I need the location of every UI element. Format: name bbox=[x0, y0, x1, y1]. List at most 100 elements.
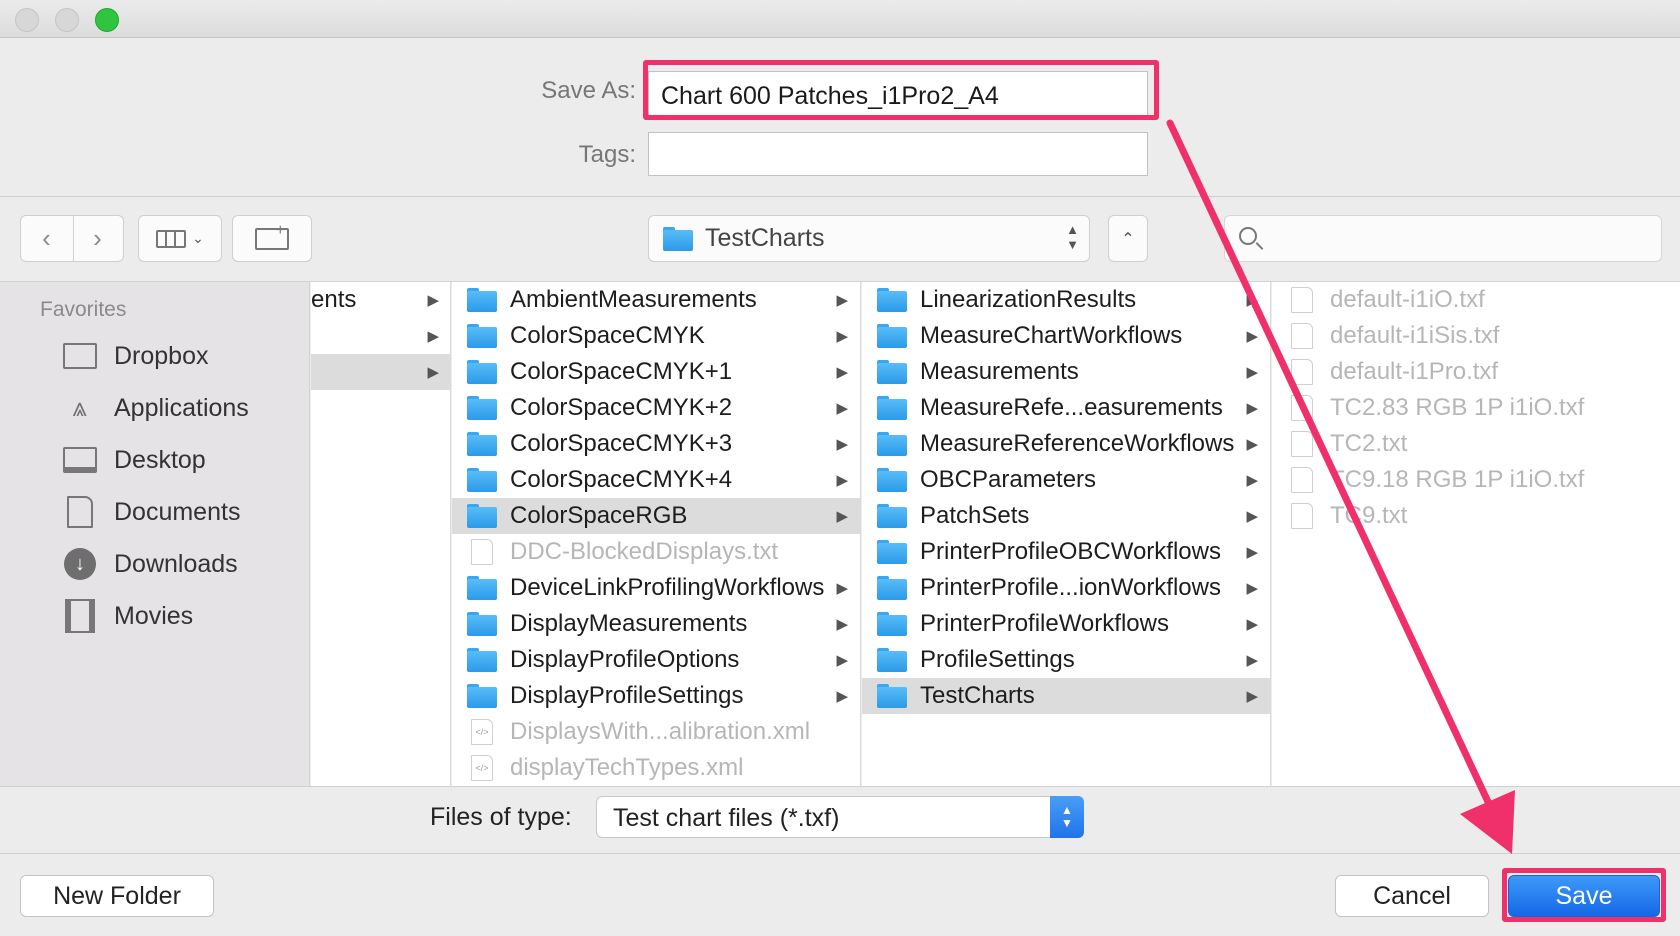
list-item-label: MeasureReferenceWorkflows bbox=[920, 430, 1235, 457]
folder-icon bbox=[877, 540, 907, 564]
sidebar-item-documents[interactable]: Documents bbox=[62, 492, 240, 532]
list-item-label: default-i1Pro.txf bbox=[1330, 358, 1499, 385]
list-item[interactable]: PrinterProfileWorkflows ▶ bbox=[862, 606, 1270, 642]
minimize-window-button[interactable] bbox=[55, 8, 79, 32]
list-item[interactable]: MeasureChartWorkflows ▶ bbox=[862, 318, 1270, 354]
sidebar-item-movies[interactable]: Movies bbox=[62, 596, 193, 636]
list-item[interactable]: default-i1Pro.txf bbox=[1272, 354, 1680, 390]
search-field[interactable] bbox=[1224, 215, 1662, 262]
list-item-label: OBCParameters bbox=[920, 466, 1097, 493]
list-item[interactable]: OBCParameters ▶ bbox=[862, 462, 1270, 498]
list-item-selected[interactable]: TestCharts ▶ bbox=[862, 678, 1270, 714]
tags-field[interactable] bbox=[648, 132, 1148, 176]
list-item[interactable]: DDC-BlockedDisplays.txt bbox=[452, 534, 860, 570]
list-item[interactable]: MeasureReferenceWorkflows ▶ bbox=[862, 426, 1270, 462]
folder-icon bbox=[62, 340, 98, 372]
list-item[interactable]: ColorSpaceCMYK+4 ▶ bbox=[452, 462, 860, 498]
file-icon bbox=[1291, 467, 1313, 493]
list-item[interactable]: default-i1iSis.txf bbox=[1272, 318, 1680, 354]
disclosure-arrow-icon: ▶ bbox=[1246, 292, 1258, 309]
list-item[interactable]: ColorSpaceCMYK+3 ▶ bbox=[452, 426, 860, 462]
sidebar-item-dropbox[interactable]: Dropbox bbox=[62, 336, 209, 376]
list-item[interactable]: ents ▶ bbox=[311, 282, 450, 318]
folder-icon bbox=[877, 504, 907, 528]
file-icon bbox=[1291, 395, 1313, 421]
list-item[interactable]: ColorSpaceCMYK ▶ bbox=[452, 318, 860, 354]
disclosure-arrow-icon: ▶ bbox=[836, 436, 848, 453]
list-item[interactable]: </> displayTechTypes.xml bbox=[452, 750, 860, 786]
disclosure-arrow-icon: ▶ bbox=[1246, 364, 1258, 381]
list-item[interactable]: PatchSets ▶ bbox=[862, 498, 1270, 534]
folder-icon bbox=[467, 468, 497, 492]
sidebar-item-applications[interactable]: ⩓ Applications bbox=[62, 388, 249, 428]
cancel-button[interactable]: Cancel bbox=[1335, 875, 1489, 917]
disclosure-arrow-icon: ▶ bbox=[1246, 652, 1258, 669]
list-item[interactable]: PrinterProfileOBCWorkflows ▶ bbox=[862, 534, 1270, 570]
list-item-label: ColorSpaceCMYK+3 bbox=[510, 430, 733, 457]
save-button-highlight bbox=[1502, 868, 1666, 922]
sidebar-item-downloads[interactable]: ↓ Downloads bbox=[62, 544, 238, 584]
file-icon bbox=[471, 539, 493, 565]
back-forward-segment: ‹ › bbox=[20, 215, 124, 262]
list-item[interactable]: ColorSpaceCMYK+2 ▶ bbox=[452, 390, 860, 426]
disclosure-arrow-icon: ▶ bbox=[1246, 616, 1258, 633]
list-item-label: DisplayProfileOptions bbox=[510, 646, 740, 673]
tags-label: Tags: bbox=[578, 141, 636, 168]
disclosure-arrow-icon: ▶ bbox=[836, 688, 848, 705]
xml-file-icon: </> bbox=[471, 719, 493, 745]
list-item[interactable]: TC9.18 RGB 1P i1iO.txf bbox=[1272, 462, 1680, 498]
list-item[interactable]: DisplayProfileOptions ▶ bbox=[452, 642, 860, 678]
list-item-label: ProfileSettings bbox=[920, 646, 1075, 673]
folder-icon bbox=[467, 648, 497, 672]
sidebar-title: Favorites bbox=[40, 298, 127, 321]
list-item[interactable]: ▶ bbox=[311, 318, 450, 354]
list-item[interactable]: DisplayProfileSettings ▶ bbox=[452, 678, 860, 714]
collapse-button[interactable]: ⌃ bbox=[1108, 215, 1148, 262]
list-item[interactable]: PrinterProfile...ionWorkflows ▶ bbox=[862, 570, 1270, 606]
new-folder-button[interactable]: New Folder bbox=[20, 875, 214, 917]
list-item[interactable]: MeasureRefe...easurements ▶ bbox=[862, 390, 1270, 426]
list-item-label: PrinterProfile...ionWorkflows bbox=[920, 574, 1221, 601]
list-item[interactable]: DisplayMeasurements ▶ bbox=[452, 606, 860, 642]
location-popup[interactable]: TestCharts ▲ ▼ bbox=[648, 215, 1090, 262]
file-icon bbox=[1291, 431, 1313, 457]
list-item-selected[interactable]: ColorSpaceRGB ▶ bbox=[452, 498, 860, 534]
folder-icon bbox=[663, 226, 693, 251]
folder-icon bbox=[467, 324, 497, 348]
list-item-label: PrinterProfileOBCWorkflows bbox=[920, 538, 1221, 565]
list-item[interactable]: TC9.txt bbox=[1272, 498, 1680, 534]
search-icon bbox=[1239, 227, 1257, 245]
list-item-selected[interactable]: ▶ bbox=[311, 354, 450, 390]
folder-icon bbox=[877, 576, 907, 600]
list-item[interactable]: ColorSpaceCMYK+1 ▶ bbox=[452, 354, 860, 390]
list-item[interactable]: DeviceLinkProfilingWorkflows ▶ bbox=[452, 570, 860, 606]
browser-column-2: LinearizationResults ▶ MeasureChartWorkflo… bbox=[862, 282, 1271, 786]
new-folder-icon-button[interactable]: + bbox=[232, 215, 312, 262]
list-item-label: DisplaysWith...alibration.xml bbox=[510, 718, 811, 745]
disclosure-arrow-icon: ▶ bbox=[1246, 580, 1258, 597]
list-item[interactable]: TC2.txt bbox=[1272, 426, 1680, 462]
zoom-window-button[interactable] bbox=[95, 8, 119, 32]
sidebar-item-label: Movies bbox=[114, 601, 194, 630]
list-item[interactable]: Measurements ▶ bbox=[862, 354, 1270, 390]
file-type-bar: Files of type: Test chart files (*.txf) … bbox=[0, 786, 1680, 854]
view-mode-button[interactable]: ⌄ bbox=[138, 215, 222, 262]
list-item[interactable]: LinearizationResults ▶ bbox=[862, 282, 1270, 318]
list-item[interactable]: ProfileSettings ▶ bbox=[862, 642, 1270, 678]
sidebar-item-desktop[interactable]: Desktop bbox=[62, 440, 206, 480]
chevron-right-icon[interactable]: › bbox=[72, 223, 123, 254]
save-as-highlight bbox=[643, 60, 1159, 120]
list-item[interactable]: </> DisplaysWith...alibration.xml bbox=[452, 714, 860, 750]
list-item-label: AmbientMeasurements bbox=[510, 286, 757, 313]
location-label: TestCharts bbox=[705, 224, 825, 252]
close-window-button[interactable] bbox=[15, 8, 39, 32]
file-type-popup[interactable]: Test chart files (*.txf) ▲ ▼ bbox=[596, 796, 1084, 838]
disclosure-arrow-icon: ▶ bbox=[836, 292, 848, 309]
list-item[interactable]: TC2.83 RGB 1P i1iO.txf bbox=[1272, 390, 1680, 426]
list-item[interactable]: AmbientMeasurements ▶ bbox=[452, 282, 860, 318]
list-item[interactable]: default-i1iO.txf bbox=[1272, 282, 1680, 318]
file-icon bbox=[1291, 503, 1313, 529]
chevron-left-icon[interactable]: ‹ bbox=[21, 223, 72, 254]
list-item-label: MeasureRefe...easurements bbox=[920, 394, 1223, 421]
list-item-label: default-i1iSis.txf bbox=[1330, 322, 1500, 349]
